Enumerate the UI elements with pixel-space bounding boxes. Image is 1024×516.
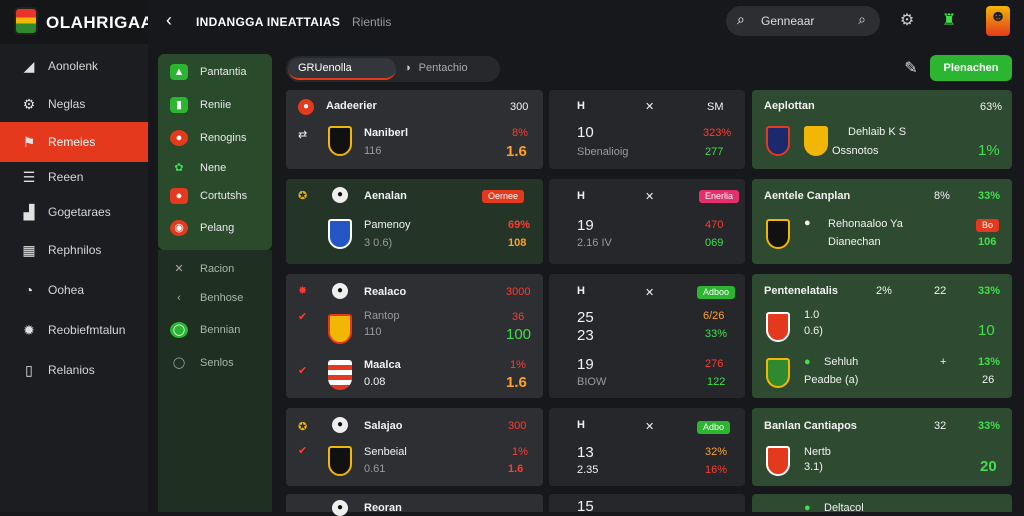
match-card-right-4[interactable]: Banlan Cantiapos 32 33% Nertb 3.1) 20 — [752, 408, 1012, 486]
settings-icon: ✹ — [23, 322, 35, 338]
team-crest-icon — [328, 126, 352, 156]
match-card-left-5[interactable]: ● Reoran — [286, 494, 543, 516]
filter-icon: ◯ — [172, 357, 186, 369]
match-card-right-5[interactable]: ● Deltacol — [752, 494, 1012, 514]
ball-icon: ● — [804, 502, 811, 514]
ball-icon: ● — [332, 283, 348, 299]
tab-inactive[interactable]: ◑ Pentachio — [404, 62, 468, 74]
brand-logo[interactable] — [14, 7, 38, 35]
team-crest-icon — [766, 126, 790, 156]
star-icon: ✪ — [298, 421, 308, 433]
star-icon: ✪ — [298, 190, 308, 202]
tab-active[interactable]: GRUenolla — [288, 58, 396, 80]
ball-icon: ● — [332, 500, 348, 516]
chat-icon[interactable]: ✎ — [900, 58, 922, 80]
filter-icon: ▲ — [170, 64, 188, 80]
page-subtitle[interactable]: Rientiis — [352, 15, 391, 29]
filter-icon: ● — [170, 130, 188, 146]
tab-icon: ◑ — [404, 62, 411, 74]
match-card-mid-5[interactable]: 15 — [549, 494, 745, 515]
sidebar-item-5[interactable]: ▟ Gogetaraes — [0, 192, 148, 232]
team-crest-icon — [766, 358, 790, 388]
action-button[interactable]: Plenachen — [930, 55, 1012, 81]
match-card-left-1[interactable]: ● Aadeerier 300 ⇄ Naniberl 116 8% 1.6 — [286, 90, 543, 169]
match-card-mid-2[interactable]: H ✕ Enerlia 19 2.16 IV 470 069 — [549, 179, 745, 264]
team-crest-icon — [766, 219, 790, 249]
team-crest-icon — [328, 360, 352, 390]
match-card-right-1[interactable]: Aeplottan 63% Dehlaib K S Ossnotos 1% — [752, 90, 1012, 169]
sidebar-item-8[interactable]: ✹ Reobiefmtalun — [0, 310, 148, 350]
settings-gear-icon[interactable]: ⚙ — [896, 10, 918, 32]
menu-icon: ☰ — [22, 169, 36, 185]
page-title: INDANGGA INEATTAIAS — [196, 15, 341, 29]
match-card-mid-1[interactable]: H ✕ SM 10 Sbenalioig 323% 277 — [549, 90, 745, 169]
check-icon: ✔ — [298, 311, 308, 323]
plus-icon: + — [940, 356, 947, 368]
sidebar-item-2[interactable]: ⚙ Neglas — [0, 84, 148, 124]
team-crest-icon — [328, 314, 352, 344]
ball-icon: ● — [332, 187, 348, 203]
search-placeholder: Genneaar — [761, 14, 815, 28]
search-icon: ⌕ — [737, 11, 745, 27]
match-card-left-2[interactable]: ✪ ● Aenalan Oernee Pamenoy 3 0.6) 69% 10… — [286, 179, 543, 264]
grid-icon: ▦ — [22, 242, 36, 258]
clock-icon: ◔ — [24, 282, 34, 298]
team-crest-icon — [766, 312, 790, 342]
filter-icon: ▮ — [170, 97, 188, 113]
ball-icon: ● — [332, 417, 348, 433]
league-icon: ✸ — [298, 285, 308, 297]
filter-icon: ◯ — [170, 322, 188, 338]
back-arrow-icon[interactable]: ‹ — [166, 10, 172, 31]
sidebar-item-3-active[interactable]: ⚑ Remeies — [0, 122, 148, 162]
avatar[interactable]: ☻ — [986, 6, 1010, 36]
match-card-left-3[interactable]: ✸ ● Realaco 3000 ✔ Rantop 110 36 100 ✔ M… — [286, 274, 543, 398]
speaker-icon: ◢ — [23, 58, 35, 74]
phone-icon: ▯ — [25, 362, 33, 378]
ball-icon: ● — [804, 356, 811, 368]
filter-icon: ● — [170, 188, 188, 204]
search-input[interactable]: ⌕ Genneaar ⌕ — [726, 6, 880, 36]
match-card-right-3[interactable]: Pentenelatalis 2% 22 33% 1.0 0.6) 10 ● S… — [752, 274, 1012, 398]
filter-icon: ✿ — [174, 162, 184, 174]
match-card-left-4[interactable]: ✪ ● Salajao 300 ✔ Senbeial 0.61 1% 1.6 — [286, 408, 543, 486]
sidebar-item-9[interactable]: ▯ Relanios — [0, 350, 148, 390]
sidebar-item-1[interactable]: ◢ Aonolenk — [0, 46, 148, 86]
sidebar-item-7[interactable]: ◔ Oohea — [0, 270, 148, 310]
check-icon: ✔ — [298, 445, 308, 457]
team-crest-icon — [328, 219, 352, 249]
filter-icon: ‹ — [177, 292, 181, 304]
chart-icon: ▟ — [23, 204, 35, 220]
team-crest-icon — [328, 446, 352, 476]
search-submit-icon[interactable]: ⌕ — [858, 11, 866, 28]
flag-icon: ⚑ — [22, 134, 36, 150]
team-crest-icon — [804, 126, 828, 156]
match-card-mid-3[interactable]: H ✕ Adboo 25 23 6/26 33% 19 BIOW 276 122 — [549, 274, 745, 398]
trophy-icon[interactable]: ♜ — [938, 10, 960, 32]
filter-icon: ✕ — [174, 263, 184, 275]
filter-icon: ◉ — [170, 220, 188, 236]
gear-icon: ⚙ — [22, 96, 36, 112]
swap-icon: ⇄ — [298, 129, 308, 141]
team-crest-icon — [766, 446, 790, 476]
check-icon: ✔ — [298, 365, 308, 377]
sidebar-item-4[interactable]: ☰ Reeen — [0, 157, 148, 197]
match-card-right-2[interactable]: Aentele Canplan 8% 33% ● Rehonaaloo Ya D… — [752, 179, 1012, 264]
sidebar-item-6[interactable]: ▦ Rephnilos — [0, 230, 148, 270]
brand-name: OLAHRIGAA — [46, 13, 154, 32]
ball-icon: ● — [804, 217, 811, 229]
match-card-mid-4[interactable]: H ✕ Adbo 13 2.35 32% 16% — [549, 408, 745, 486]
league-icon: ● — [298, 99, 314, 115]
